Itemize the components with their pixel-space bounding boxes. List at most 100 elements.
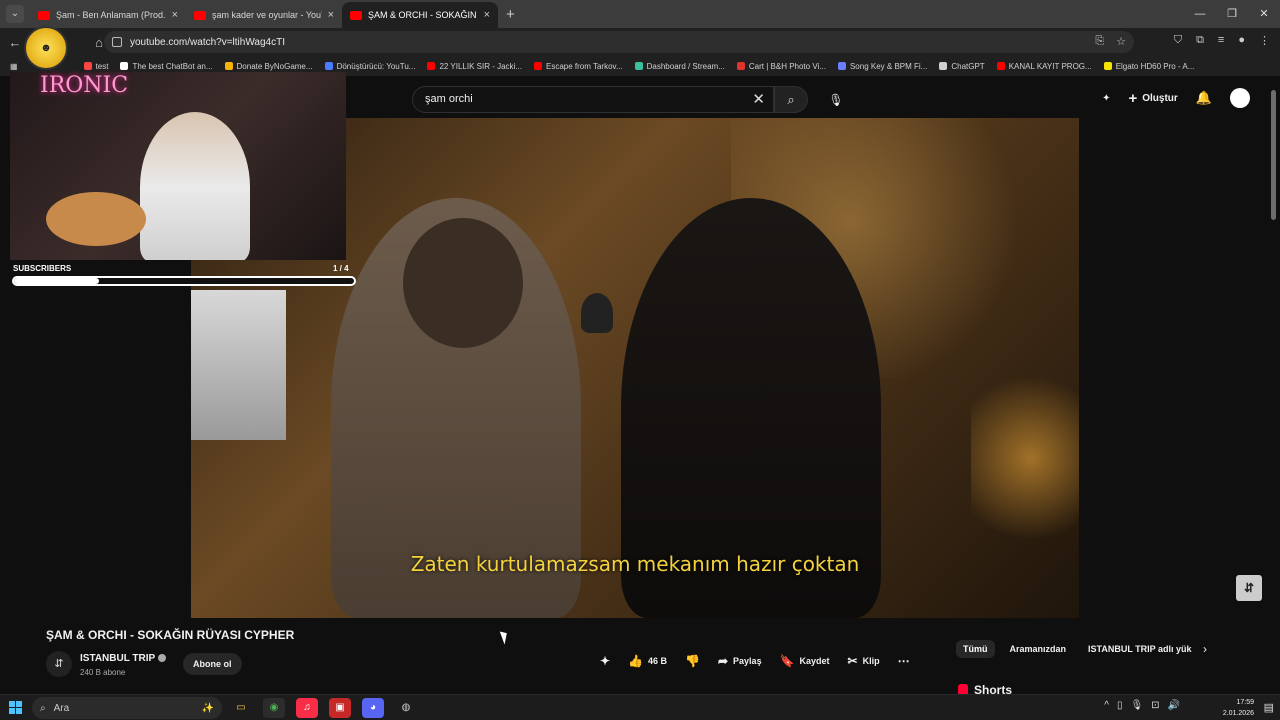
bookmark-item[interactable]: Cart | B&H Photo Vi... xyxy=(736,61,826,71)
site-info-icon[interactable] xyxy=(112,37,122,47)
music-app-icon[interactable]: ♫ xyxy=(296,698,318,718)
subscribers-goal-label: SUBSCRIBERS xyxy=(13,264,72,273)
channel-name[interactable]: ISTANBUL TRIP xyxy=(80,653,167,664)
bookmark-item[interactable]: Escape from Tarkov... xyxy=(534,62,623,71)
taskbar-search-placeholder: Ara xyxy=(53,702,70,714)
save-button[interactable]: 🔖 Kaydet xyxy=(780,654,830,668)
discord-icon[interactable]: ◕ xyxy=(362,698,384,718)
bookmark-item[interactable]: Dashboard / Stream... xyxy=(634,62,725,71)
shield-icon[interactable]: ⛉ xyxy=(1174,34,1182,47)
youtube-favicon xyxy=(194,10,206,20)
subscribe-button[interactable]: Abone ol xyxy=(183,653,242,675)
extensions-icon[interactable]: ⧉ xyxy=(1196,34,1204,47)
channel-name-text: ISTANBUL TRIP xyxy=(80,653,156,664)
bookmark-label: Dönüştürücü: YouTu... xyxy=(336,61,416,71)
search-icon: ⌕ xyxy=(787,92,795,107)
bookmark-favicon xyxy=(837,62,846,70)
close-tab-icon[interactable]: × xyxy=(172,9,178,21)
search-input[interactable]: şam orchi ✕ xyxy=(412,86,774,113)
bookmark-favicon xyxy=(1103,62,1112,70)
omnibox[interactable]: youtube.com/watch?v=ltihWag4cTI ⎘ ☆ xyxy=(104,31,1134,53)
youtube-favicon xyxy=(350,10,362,20)
media-icon[interactable]: ≡ xyxy=(1218,34,1224,47)
obs-icon[interactable]: ◍ xyxy=(395,698,417,718)
scrollbar[interactable] xyxy=(1271,90,1276,220)
microphone-icon[interactable]: 🎙 xyxy=(1130,700,1143,711)
voice-app-icon[interactable]: ▣ xyxy=(329,698,351,718)
bookmark-favicon xyxy=(634,62,643,70)
chevron-right-icon[interactable]: › xyxy=(1203,642,1207,656)
thumbs-down-icon: 👎 xyxy=(685,654,700,668)
tab-search-button[interactable]: ⌄ xyxy=(6,5,24,23)
close-tab-icon[interactable]: × xyxy=(328,9,334,21)
voice-search-button[interactable]: 🎙 xyxy=(824,88,848,112)
notifications-bell-icon[interactable]: 🔔 xyxy=(1196,90,1212,106)
profile-icon[interactable]: ● xyxy=(1238,34,1245,47)
search-button[interactable]: ⌕ xyxy=(774,86,808,113)
install-app-icon[interactable]: ⎘ xyxy=(1095,35,1104,48)
bookmark-item[interactable]: Song Key & BPM Fi... xyxy=(837,62,927,71)
browser-tab-3[interactable]: ŞAM & ORCHI - SOKAĞIN RÜ × xyxy=(342,2,498,28)
browser-tab-1[interactable]: Şam - Ben Anlamam (Prod. by o × xyxy=(30,2,186,28)
taskbar-search[interactable]: ⌕ Ara ✨ xyxy=(32,697,222,719)
browser-tab-2[interactable]: şam kader ve oyunlar - YouTub × xyxy=(186,2,342,28)
like-count: 46 B xyxy=(648,656,668,666)
share-button[interactable]: ➦ Paylaş xyxy=(718,654,762,668)
bookmark-favicon xyxy=(324,62,333,70)
bookmark-star-icon[interactable]: ☆ xyxy=(1116,35,1126,48)
network-icon[interactable]: ⊡ xyxy=(1151,700,1159,711)
bookmark-item[interactable]: ChatGPT xyxy=(939,62,985,71)
clear-search-icon[interactable]: ✕ xyxy=(752,90,765,108)
minimize-icon[interactable]: — xyxy=(1184,0,1216,28)
extension-icon[interactable]: ✦ xyxy=(1102,93,1110,104)
chip-channel-uploads[interactable]: ISTANBUL TRIP adlı yük xyxy=(1081,640,1199,658)
clip-button[interactable]: ✂ Klip xyxy=(848,654,880,668)
bookmark-favicon xyxy=(224,62,233,70)
windows-start-icon[interactable] xyxy=(9,701,22,714)
notification-center-icon[interactable]: ▤ xyxy=(1264,701,1274,714)
chip-from-search[interactable]: Aramanızdan xyxy=(1003,640,1074,658)
subscribers-goal-count: 1 / 4 xyxy=(333,264,349,273)
bookmark-item[interactable]: Dönüştürücü: YouTu... xyxy=(324,61,416,71)
search-icon: ⌕ xyxy=(40,702,46,714)
channel-avatar[interactable]: ⇵ xyxy=(46,651,72,677)
apps-icon[interactable]: ▦ xyxy=(10,62,18,71)
restore-icon[interactable]: ❐ xyxy=(1216,0,1248,28)
new-tab-icon[interactable]: + xyxy=(506,6,515,23)
volume-icon[interactable]: 🔊 xyxy=(1168,700,1180,711)
close-window-icon[interactable]: ✕ xyxy=(1248,0,1280,28)
create-button[interactable]: + Oluştur xyxy=(1128,90,1177,107)
bookmark-label: The best ChatBot an... xyxy=(132,61,213,71)
chrome-icon[interactable]: ◉ xyxy=(263,698,285,718)
more-actions-button[interactable]: ⋯ xyxy=(898,654,910,668)
avatar[interactable] xyxy=(1230,88,1250,108)
taskbar-apps: ▭ ◉ ♫ ▣ ◕ ◍ xyxy=(230,698,417,718)
ai-extension-button[interactable]: ✦ xyxy=(600,654,610,668)
bookmark-item[interactable]: The best ChatBot an... xyxy=(120,61,213,71)
clock-time: 17:59 xyxy=(1236,699,1254,706)
recommendation-chips: Tümü Aramanızdan ISTANBUL TRIP adlı yük xyxy=(956,640,1199,658)
bookmark-label: Cart | B&H Photo Vi... xyxy=(748,61,826,71)
channel-watermark-icon[interactable]: ⇵ xyxy=(1236,575,1262,601)
menu-icon[interactable]: ⋮ xyxy=(1259,34,1270,47)
chip-all[interactable]: Tümü xyxy=(956,640,995,658)
subscribers-progress-fill xyxy=(14,278,99,284)
bookmark-item[interactable]: Donate ByNoGame... xyxy=(224,62,313,71)
bookmark-favicon xyxy=(83,62,92,70)
share-icon: ➦ xyxy=(717,654,729,668)
close-tab-icon[interactable]: × xyxy=(484,9,490,21)
bookmark-favicon xyxy=(996,62,1005,70)
dislike-button[interactable]: 👎 xyxy=(685,654,700,668)
file-explorer-icon[interactable]: ▭ xyxy=(230,698,252,718)
bookmark-item[interactable]: Elgato HD60 Pro - A... xyxy=(1103,61,1195,71)
sparkle-icon: ✦ xyxy=(600,654,611,668)
like-button[interactable]: 👍 46 B xyxy=(628,654,667,668)
taskbar-clock[interactable]: 17:59 2.01.2026 xyxy=(1223,697,1254,719)
bookmark-label: Elgato HD60 Pro - A... xyxy=(1115,61,1195,71)
bookmark-item[interactable]: test xyxy=(83,62,108,71)
bookmark-item[interactable]: KANAL KAYIT PROG... xyxy=(996,62,1092,71)
device-icon[interactable]: ▯ xyxy=(1117,700,1123,711)
bookmark-item[interactable]: 22 YILLIK SIR - Jacki... xyxy=(427,62,522,71)
back-icon[interactable]: ← xyxy=(4,35,26,50)
chevron-up-icon[interactable]: ^ xyxy=(1104,700,1109,711)
